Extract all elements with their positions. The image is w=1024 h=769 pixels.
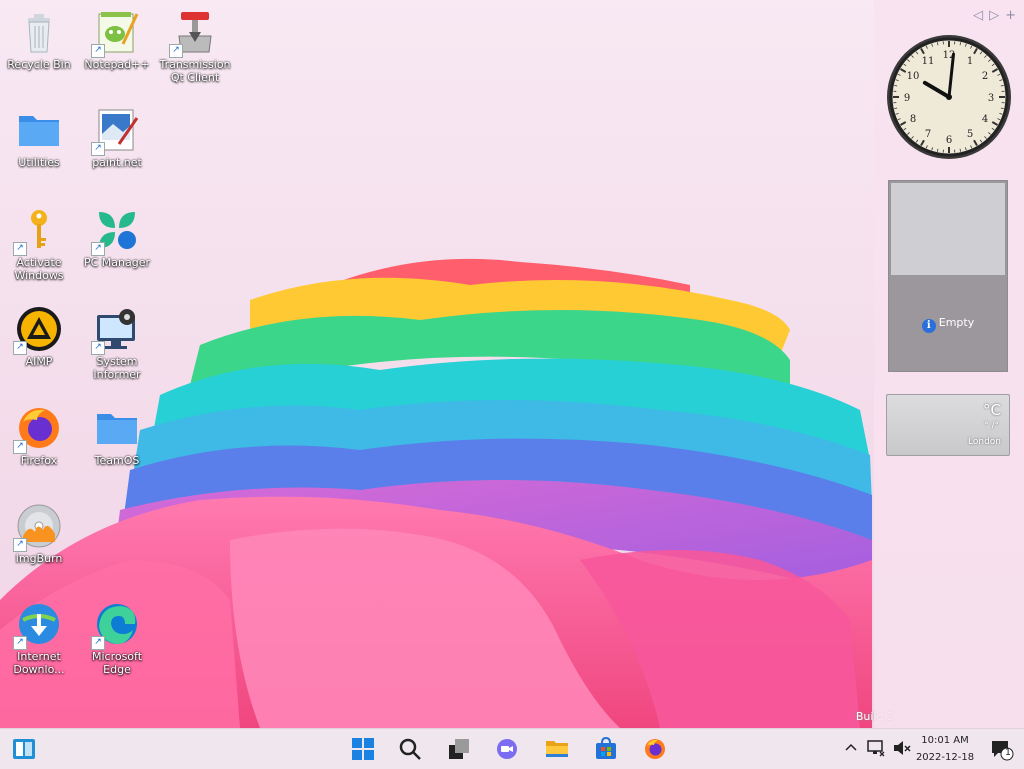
internet-download-manager-icon: ↗	[15, 600, 63, 648]
pc-manager-icon: ↗	[93, 206, 141, 254]
desktop-icon-internet-download-manager[interactable]: ↗ Internet Downlo...	[0, 600, 78, 676]
aimp-icon: ↗	[15, 305, 63, 353]
transmission-icon: ↗	[171, 8, 219, 56]
sidebar-next-icon[interactable]: ▷	[989, 8, 999, 23]
desktop-icon-label: paint.net	[78, 156, 156, 169]
taskbar: 10:01 AM 2022-12-18 1	[0, 728, 1024, 769]
clock-numeral-5: 5	[967, 129, 973, 140]
network-icon[interactable]	[866, 738, 886, 758]
clock-gadget[interactable]: 12 1 2 3 4 5 6 7 8 9 10 11	[886, 34, 1012, 160]
desktop-icon-label: AIMP	[0, 355, 78, 368]
desktop-icon-label: Utilities	[0, 156, 78, 169]
tray-time: 10:01 AM	[914, 732, 976, 749]
shortcut-arrow-icon: ↗	[13, 636, 27, 650]
desktop-icon-label: PC Manager	[78, 256, 156, 269]
clock-numeral-3: 3	[988, 93, 994, 104]
shortcut-arrow-icon: ↗	[13, 341, 27, 355]
clock-numeral-6: 6	[946, 135, 952, 146]
slideshow-preview	[891, 183, 1005, 275]
desktop-icon-label: Notepad++	[78, 58, 156, 71]
desktop-icon-microsoft-edge[interactable]: ↗ Microsoft Edge	[78, 600, 156, 676]
desktop-icon-label: Microsoft Edge	[78, 650, 156, 676]
widgets-icon[interactable]	[12, 737, 36, 761]
desktop-icon-recycle-bin[interactable]: Recycle Bin	[0, 8, 78, 71]
gadget-sidebar: ◁ ▷ + 12 1 2 3 4 5 6 7 8 9 10 11 iEmpty	[874, 0, 1024, 728]
weather-gadget[interactable]: °C ° /° London	[886, 394, 1010, 456]
clock-numeral-9: 9	[904, 93, 910, 104]
sidebar-previous-icon[interactable]: ◁	[973, 8, 983, 23]
slideshow-message: iEmpty	[889, 316, 1007, 333]
task-view-icon[interactable]	[447, 737, 471, 761]
desktop-icon-notepad-plus-plus[interactable]: ↗ Notepad++	[78, 8, 156, 71]
clock-numeral-1: 1	[967, 56, 973, 67]
desktop-icon-transmission[interactable]: ↗ Transmission Qt Client	[156, 8, 234, 84]
clock-numeral-2: 2	[982, 71, 988, 82]
clock-numeral-11: 11	[922, 56, 935, 67]
paint-net-icon: ↗	[93, 106, 141, 154]
weather-city: London	[968, 437, 1001, 447]
shortcut-arrow-icon: ↗	[169, 44, 183, 58]
recycle-bin-icon	[15, 8, 63, 56]
start-icon[interactable]	[351, 737, 375, 761]
firefox-icon: ↗	[15, 404, 63, 452]
notification-count: 1	[1004, 748, 1012, 758]
chevron-up-icon[interactable]	[842, 739, 860, 757]
desktop-icon-utilities[interactable]: Utilities	[0, 106, 78, 169]
system-informer-icon: ↗	[93, 305, 141, 353]
search-icon[interactable]	[398, 737, 422, 761]
notepad-plus-plus-icon: ↗	[93, 8, 141, 56]
desktop-icon-pc-manager[interactable]: ↗ PC Manager	[78, 206, 156, 269]
info-icon: i	[922, 319, 936, 333]
desktop-icon-label: Firefox	[0, 454, 78, 467]
shortcut-arrow-icon: ↗	[13, 242, 27, 256]
clock-numeral-7: 7	[925, 129, 931, 140]
slideshow-gadget[interactable]: iEmpty	[888, 180, 1008, 372]
sidebar-controls: ◁ ▷ +	[973, 8, 1016, 23]
weather-temperature-unit: °C	[983, 401, 1001, 419]
desktop-icon-label: System Informer	[78, 355, 156, 381]
shortcut-arrow-icon: ↗	[91, 44, 105, 58]
shortcut-arrow-icon: ↗	[91, 142, 105, 156]
desktop-icon-label: ImgBurn	[0, 552, 78, 565]
desktop-icon-label: Transmission Qt Client	[156, 58, 234, 84]
desktop-icon-paint-net[interactable]: ↗ paint.net	[78, 106, 156, 169]
desktop-icon-teamos[interactable]: TeamOS	[78, 404, 156, 467]
volume-muted-icon[interactable]	[892, 738, 912, 758]
edge-icon: ↗	[93, 600, 141, 648]
folder-icon	[93, 404, 141, 452]
key-icon: ↗	[15, 206, 63, 254]
clock-numeral-10: 10	[907, 71, 920, 82]
folder-icon	[15, 106, 63, 154]
file-explorer-icon[interactable]	[545, 737, 569, 761]
desktop-icon-label: Internet Downlo...	[0, 650, 78, 676]
shortcut-arrow-icon: ↗	[13, 538, 27, 552]
shortcut-arrow-icon: ↗	[91, 341, 105, 355]
add-gadget-icon[interactable]: +	[1005, 8, 1016, 23]
desktop-icon-label: TeamOS	[78, 454, 156, 467]
tray-date: 2022-12-18	[914, 749, 976, 766]
shortcut-arrow-icon: ↗	[91, 636, 105, 650]
shortcut-arrow-icon: ↗	[13, 440, 27, 454]
firefox-icon[interactable]	[643, 737, 667, 761]
store-icon[interactable]	[594, 737, 618, 761]
desktop-icon-firefox[interactable]: ↗ Firefox	[0, 404, 78, 467]
desktop-icon-aimp[interactable]: ↗ AIMP	[0, 305, 78, 368]
slideshow-message-text: Empty	[939, 316, 974, 329]
weather-temperature-range: ° /°	[984, 421, 999, 431]
clock-numeral-8: 8	[910, 114, 916, 125]
notification-center-icon[interactable]: 1	[990, 739, 1014, 761]
tray-clock[interactable]: 10:01 AM 2022-12-18	[914, 732, 976, 766]
desktop-icon-system-informer[interactable]: ↗ System Informer	[78, 305, 156, 381]
desktop-icon-label: Recycle Bin	[0, 58, 78, 71]
desktop-icon-activate-windows[interactable]: ↗ Activate Windows	[0, 206, 78, 282]
chat-icon[interactable]	[495, 737, 519, 761]
desktop-icon-imgburn[interactable]: ↗ ImgBurn	[0, 502, 78, 565]
shortcut-arrow-icon: ↗	[91, 242, 105, 256]
imgburn-icon: ↗	[15, 502, 63, 550]
clock-numeral-4: 4	[982, 114, 988, 125]
desktop-icon-label: Activate Windows	[0, 256, 78, 282]
